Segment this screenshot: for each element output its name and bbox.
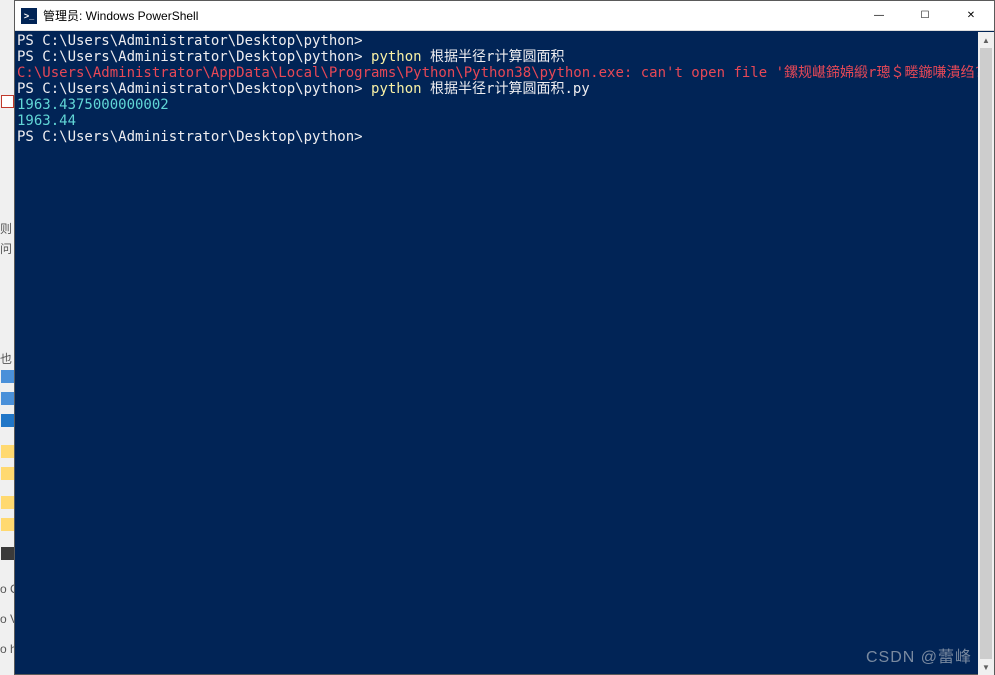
bg-text: 也 xyxy=(0,350,12,367)
scroll-thumb[interactable] xyxy=(980,48,992,659)
command-arg: 根据半径r计算圆面积 xyxy=(422,49,565,65)
window-controls: — ☐ ✕ xyxy=(856,1,994,30)
output-line: 1963.4375000000002 xyxy=(17,97,169,113)
minimize-button[interactable]: — xyxy=(856,1,902,30)
bg-icon xyxy=(1,95,14,108)
bg-text: 则 xyxy=(0,220,12,237)
folder-icon xyxy=(1,467,14,480)
folder-icon xyxy=(1,518,14,531)
close-button[interactable]: ✕ xyxy=(948,1,994,30)
command-arg: 根据半径r计算圆面积.py xyxy=(422,81,590,97)
powershell-icon: >_ xyxy=(21,8,37,24)
prompt: PS C:\Users\Administrator\Desktop\python… xyxy=(17,49,363,65)
error-output: C:\Users\Administrator\AppData\Local\Pro… xyxy=(17,65,994,81)
window-title: 管理员: Windows PowerShell xyxy=(43,7,856,24)
folder-icon xyxy=(1,392,14,405)
maximize-button[interactable]: ☐ xyxy=(902,1,948,30)
scroll-track[interactable] xyxy=(978,48,994,659)
terminal-area[interactable]: PS C:\Users\Administrator\Desktop\python… xyxy=(15,31,994,674)
scroll-up-arrow[interactable]: ▲ xyxy=(978,32,994,48)
prompt: PS C:\Users\Administrator\Desktop\python… xyxy=(17,81,363,97)
arrow-icon xyxy=(1,414,14,427)
output-line: 1963.44 xyxy=(17,113,76,129)
scroll-down-arrow[interactable]: ▼ xyxy=(978,659,994,675)
command: python xyxy=(371,81,422,97)
bg-text: 问 xyxy=(0,240,12,257)
titlebar[interactable]: >_ 管理员: Windows PowerShell — ☐ ✕ xyxy=(15,1,994,31)
folder-icon xyxy=(1,370,14,383)
folder-icon xyxy=(1,496,14,509)
prompt: PS C:\Users\Administrator\Desktop\python… xyxy=(17,129,363,145)
powershell-window: >_ 管理员: Windows PowerShell — ☐ ✕ PS C:\U… xyxy=(14,0,995,675)
vertical-scrollbar[interactable]: ▲ ▼ xyxy=(978,32,994,675)
prompt: PS C:\Users\Administrator\Desktop\python… xyxy=(17,33,363,49)
command: python xyxy=(371,49,422,65)
folder-icon xyxy=(1,445,14,458)
disk-icon xyxy=(1,547,14,560)
watermark: CSDN @蕾峰 xyxy=(866,650,972,666)
